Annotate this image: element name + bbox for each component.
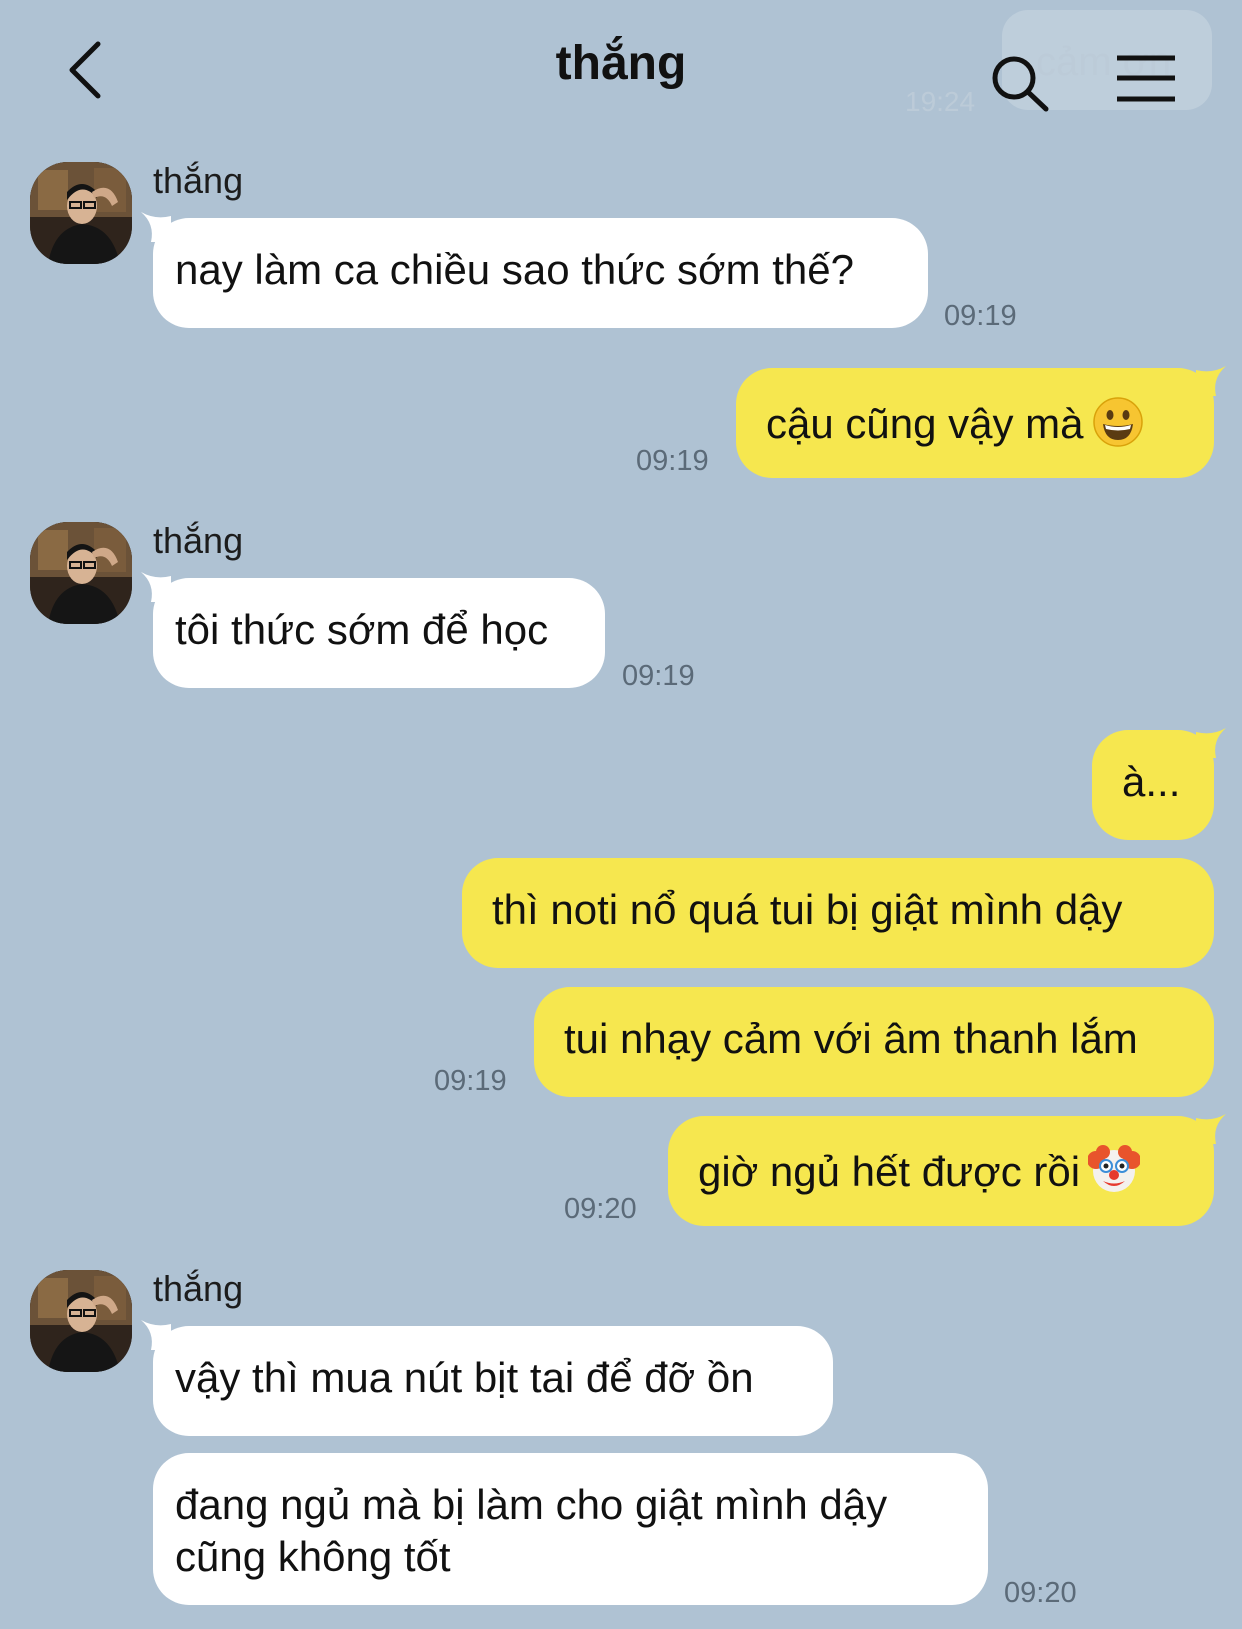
message-text: tui nhạy cảm với âm thanh lắm	[564, 1015, 1138, 1062]
menu-icon	[1117, 55, 1175, 102]
message-bubble-outgoing[interactable]: à...	[1092, 730, 1214, 840]
message-bubble-outgoing[interactable]: tui nhạy cảm với âm thanh lắm	[534, 987, 1214, 1097]
avatar[interactable]	[30, 1270, 132, 1372]
search-icon	[992, 56, 1049, 112]
sender-name: thắng	[153, 160, 244, 201]
message-text: à...	[1122, 758, 1181, 805]
search-button[interactable]	[990, 54, 1052, 114]
menu-button[interactable]	[1115, 55, 1177, 105]
message-text: cậu cũng vậy mà	[766, 400, 1084, 447]
back-button[interactable]	[60, 38, 120, 102]
avatar[interactable]	[30, 522, 132, 624]
message-bubble-outgoing[interactable]: giờ ngủ hết được rồi	[668, 1116, 1214, 1226]
avatar-photo	[30, 522, 132, 624]
sender-name: thắng	[153, 520, 244, 561]
chat-header: cảm ơn 19:24 thắng	[0, 0, 1242, 140]
message-time: 09:20	[1004, 1577, 1077, 1609]
message-bubble-incoming[interactable]: tôi thức sớm để học	[153, 578, 605, 688]
clown-face-emoji	[1088, 1145, 1141, 1192]
message-text: tôi thức sớm để học	[175, 606, 549, 653]
chevron-left-icon	[69, 41, 101, 99]
avatar[interactable]	[30, 162, 132, 264]
message-time: 09:19	[636, 445, 709, 477]
message-time: 09:20	[564, 1193, 637, 1225]
message-bubble-incoming[interactable]: vậy thì mua nút bịt tai để đỡ ồn	[153, 1326, 833, 1436]
message-text: vậy thì mua nút bịt tai để đỡ ồn	[175, 1354, 754, 1401]
grinning-face-emoji	[1092, 397, 1143, 447]
message-text: giờ ngủ hết được rồi	[698, 1148, 1081, 1195]
message-time: 09:19	[944, 300, 1017, 332]
message-text: thì noti nổ quá tui bị giật mình dậy	[492, 886, 1123, 933]
sender-name: thắng	[153, 1268, 244, 1309]
message-bubble-outgoing[interactable]: cậu cũng vậy mà	[736, 368, 1214, 478]
message-bubble-incoming[interactable]: đang ngủ mà bị làm cho giật mình dậy cũn…	[153, 1453, 988, 1605]
avatar-photo	[30, 162, 132, 264]
message-text: nay làm ca chiều sao thức sớm thế?	[175, 246, 854, 293]
avatar-photo	[30, 1270, 132, 1372]
message-time: 09:19	[622, 660, 695, 692]
message-text: đang ngủ mà bị làm cho giật mình dậy cũn…	[175, 1481, 888, 1580]
message-bubble-incoming[interactable]: nay làm ca chiều sao thức sớm thế?	[153, 218, 928, 328]
message-time: 09:19	[434, 1065, 507, 1097]
message-bubble-outgoing[interactable]: thì noti nổ quá tui bị giật mình dậy	[462, 858, 1214, 968]
ghost-message-time: 19:24	[905, 86, 976, 117]
